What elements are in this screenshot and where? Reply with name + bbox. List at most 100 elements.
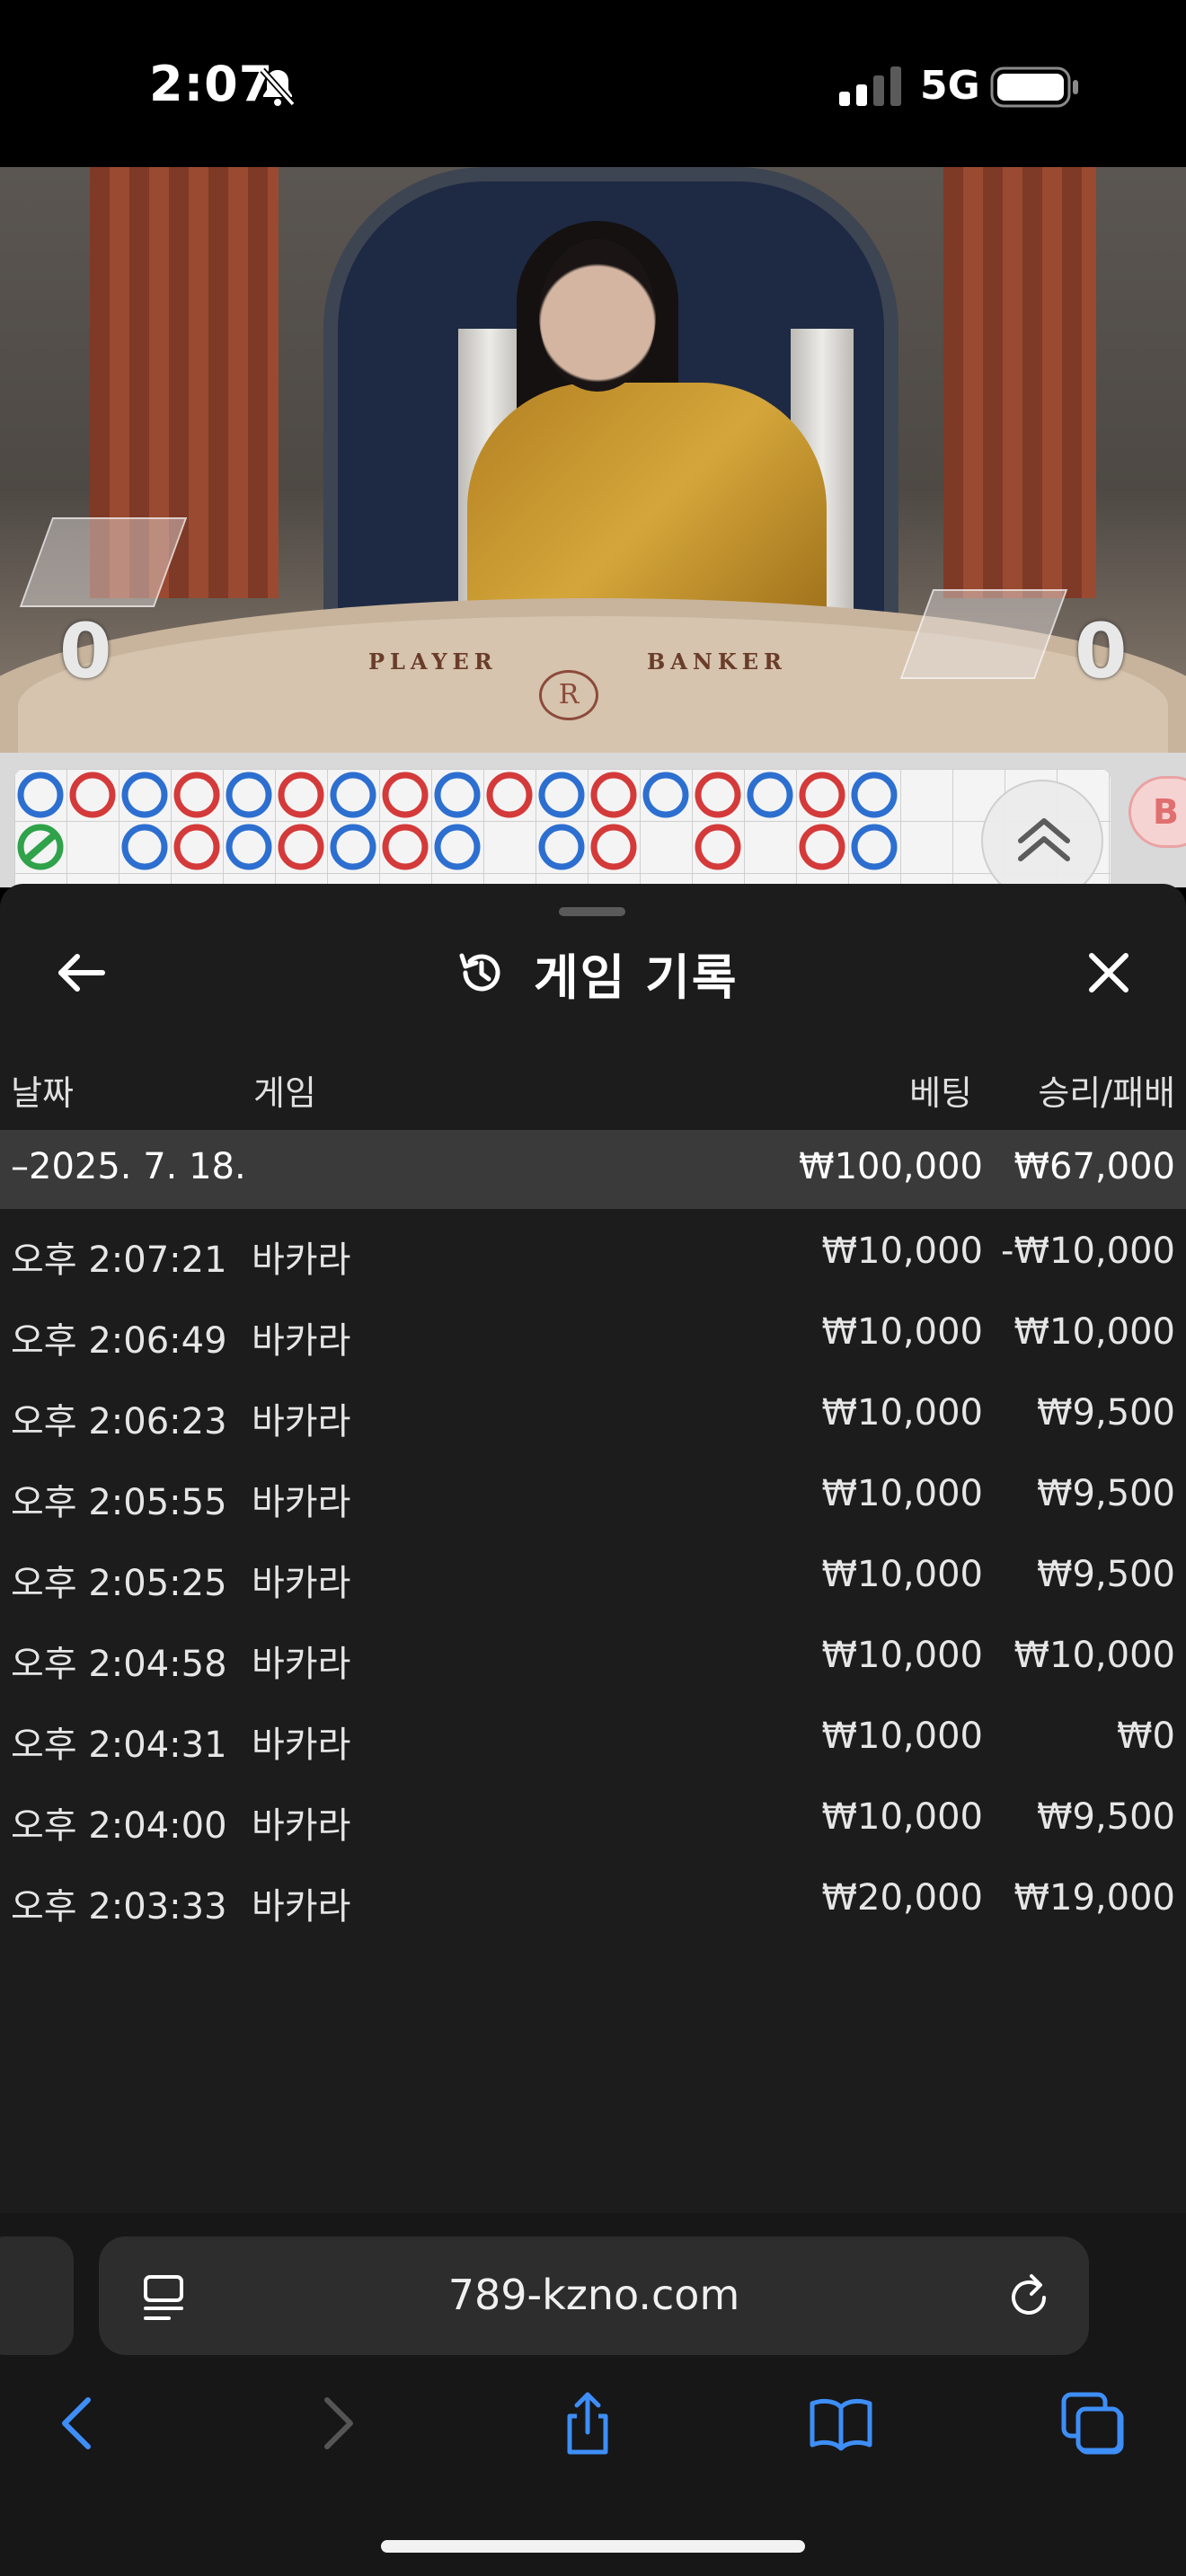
row-time: 오후 2:03:33: [11, 1886, 227, 1928]
close-button[interactable]: [1075, 941, 1143, 1004]
row-game: 바카라: [252, 1320, 351, 1362]
table-row[interactable]: 오후 2:05:25 바카라 ₩10,000 ₩9,500: [0, 1541, 1186, 1622]
history-table-header: 날짜 게임 베팅 승리/패배: [0, 1060, 1186, 1123]
table-banker-label: BANKER: [647, 648, 787, 675]
row-game: 바카라: [252, 1725, 351, 1766]
bead: [17, 772, 64, 818]
bead: [486, 772, 533, 818]
bead: [695, 824, 741, 870]
column-header-bet: 베팅: [909, 1073, 972, 1113]
bead: [69, 772, 116, 818]
back-icon[interactable]: [45, 2391, 110, 2456]
bead: [330, 824, 376, 870]
bead: [121, 772, 168, 818]
bead: [590, 772, 637, 818]
row-time: 오후 2:05:55: [11, 1482, 227, 1523]
bead: [538, 824, 585, 870]
bead: [278, 824, 324, 870]
row-bet: ₩10,000: [821, 1311, 983, 1353]
player-score: 0: [59, 607, 112, 695]
signal-icon: [839, 66, 901, 106]
bead: [747, 772, 793, 818]
bead: [278, 772, 324, 818]
live-video[interactable]: PLAYER BANKER R 0 0: [0, 167, 1186, 753]
history-rows: 오후 2:07:21 바카라 ₩10,000 -₩10,000 오후 2:06:…: [0, 1218, 1186, 1945]
bead: [382, 824, 429, 870]
bead: [851, 824, 898, 870]
column-header-result: 승리/패배: [1038, 1073, 1175, 1113]
row-game: 바카라: [252, 1239, 351, 1281]
sheet-drag-handle[interactable]: [559, 907, 625, 916]
table-row[interactable]: 오후 2:05:55 바카라 ₩10,000 ₩9,500: [0, 1460, 1186, 1541]
bead: [538, 772, 585, 818]
row-time: 오후 2:04:58: [11, 1644, 227, 1685]
row-result: ₩19,000: [1013, 1877, 1175, 1919]
bead: [590, 824, 637, 870]
reload-icon[interactable]: [1005, 2271, 1055, 2323]
bead: [173, 824, 220, 870]
bead: [434, 772, 481, 818]
bead: [382, 772, 429, 818]
row-time: 오후 2:06:49: [11, 1320, 227, 1362]
bell-slash-icon: [260, 67, 296, 107]
status-bar: 2:07 5G: [0, 0, 1186, 167]
bead: [695, 772, 741, 818]
bead: [799, 824, 845, 870]
home-indicator[interactable]: [381, 2540, 805, 2553]
forward-icon[interactable]: [305, 2391, 370, 2456]
summary-result-total: ₩67,000: [1013, 1146, 1175, 1187]
row-game: 바카라: [252, 1644, 351, 1685]
row-bet: ₩10,000: [821, 1796, 983, 1838]
history-icon: [459, 953, 500, 992]
table-row[interactable]: 오후 2:04:31 바카라 ₩10,000 ₩0: [0, 1703, 1186, 1784]
row-result: ₩9,500: [1036, 1796, 1175, 1838]
row-time: 오후 2:06:23: [11, 1401, 227, 1442]
url-text[interactable]: 789-kzno.com: [99, 2271, 1089, 2319]
column-header-date: 날짜: [11, 1073, 74, 1113]
column-header-game: 게임: [253, 1073, 316, 1113]
row-game: 바카라: [252, 1805, 351, 1847]
bead-road: [17, 772, 898, 870]
battery-icon: [990, 66, 1078, 108]
row-result: ₩10,000: [1013, 1311, 1175, 1353]
row-game: 바카라: [252, 1886, 351, 1928]
row-bet: ₩10,000: [821, 1392, 983, 1434]
row-bet: ₩10,000: [821, 1473, 983, 1514]
table-row[interactable]: 오후 2:04:58 바카라 ₩10,000 ₩10,000: [0, 1622, 1186, 1703]
bead-road-grid: [14, 769, 1111, 895]
row-time: 오후 2:07:21: [11, 1239, 227, 1281]
bookmarks-icon[interactable]: [809, 2391, 873, 2456]
back-button[interactable]: [47, 941, 115, 1004]
dealer-face: [539, 239, 656, 392]
bead: [121, 824, 168, 870]
row-game: 바카라: [252, 1563, 351, 1604]
row-time: 오후 2:05:25: [11, 1563, 227, 1604]
table-row[interactable]: 오후 2:07:21 바카라 ₩10,000 -₩10,000: [0, 1218, 1186, 1299]
screen: 2:07 5G PLAYER BANKER R 0 0 B 게임 기록 날짜 게…: [0, 0, 1186, 2576]
network-type: 5G: [920, 63, 980, 109]
table-row[interactable]: 오후 2:06:23 바카라 ₩10,000 ₩9,500: [0, 1380, 1186, 1460]
row-game: 바카라: [252, 1482, 351, 1523]
summary-date: –2025. 7. 18.: [11, 1146, 246, 1187]
previous-tab-preview[interactable]: [0, 2236, 74, 2355]
row-result: ₩9,500: [1036, 1554, 1175, 1595]
table-row[interactable]: 오후 2:04:00 바카라 ₩10,000 ₩9,500: [0, 1784, 1186, 1865]
bead: [851, 772, 898, 818]
table-row[interactable]: 오후 2:06:49 바카라 ₩10,000 ₩10,000: [0, 1299, 1186, 1380]
bead: [173, 772, 220, 818]
tie-mark: [24, 832, 57, 862]
bead: [226, 772, 272, 818]
row-result: ₩9,500: [1036, 1473, 1175, 1514]
row-result: -₩10,000: [1001, 1231, 1175, 1272]
row-bet: ₩20,000: [821, 1877, 983, 1919]
sheet-title: 게임 기록: [534, 949, 739, 1006]
tabs-icon[interactable]: [1060, 2391, 1125, 2456]
close-icon: [1089, 953, 1128, 992]
date-summary-row[interactable]: –2025. 7. 18. ₩100,000 ₩67,000: [0, 1130, 1186, 1209]
table-row[interactable]: 오후 2:03:33 바카라 ₩20,000 ₩19,000: [0, 1865, 1186, 1945]
bead: [226, 824, 272, 870]
bead: [434, 824, 481, 870]
share-icon[interactable]: [555, 2391, 620, 2456]
row-result: ₩0: [1117, 1716, 1175, 1757]
bead: [642, 772, 689, 818]
